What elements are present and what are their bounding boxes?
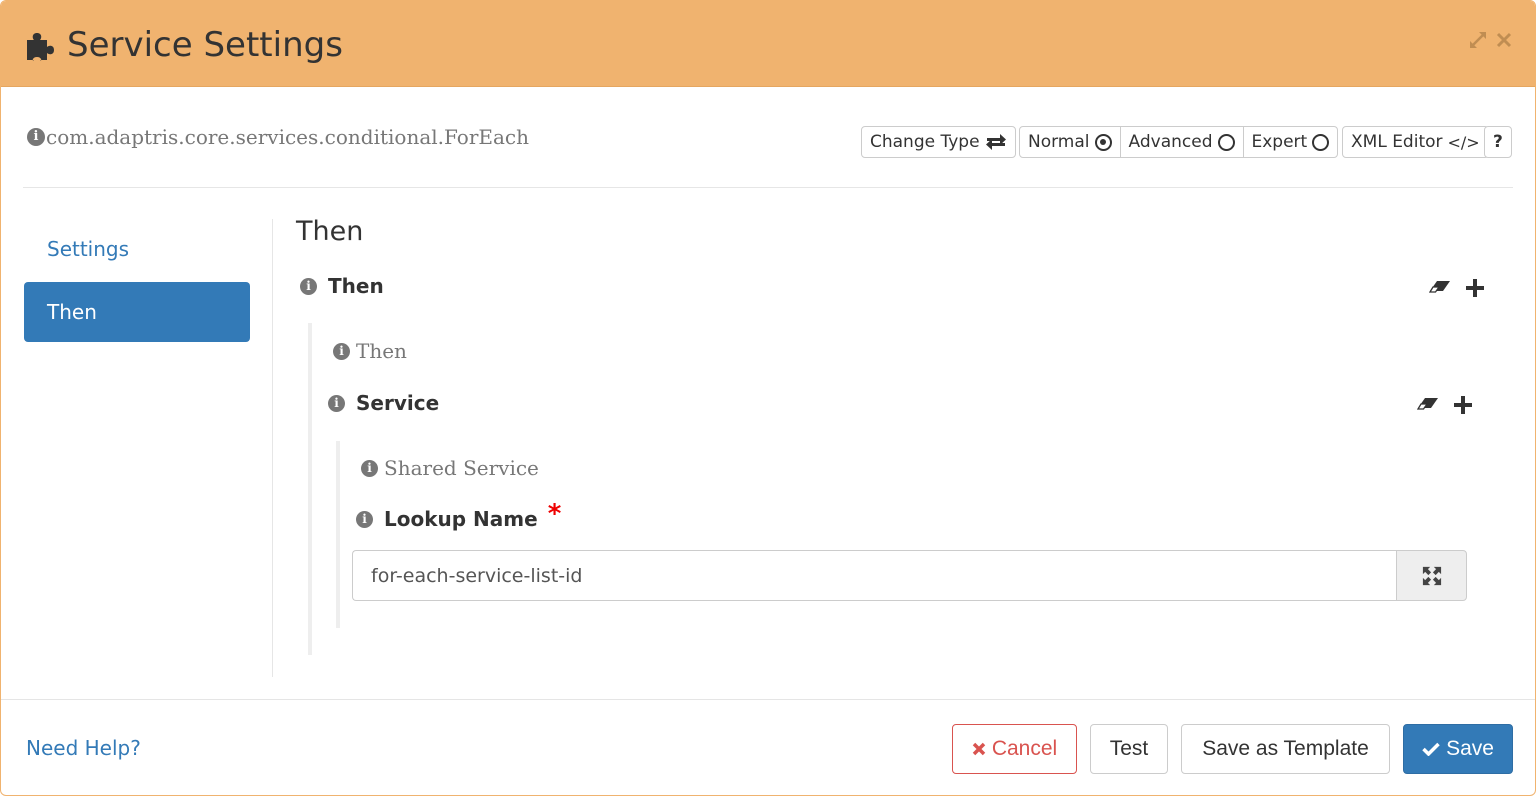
expand-editor-button[interactable] [1396, 550, 1467, 601]
cancel-label: Cancel [991, 737, 1058, 760]
sidebar-nav: Settings Then [24, 219, 250, 342]
xml-editor-group: XML Editor </> [1342, 126, 1489, 158]
divider [23, 187, 1513, 188]
plus-icon[interactable] [1452, 394, 1474, 416]
need-help-link[interactable]: Need Help? [26, 736, 141, 760]
mode-group: Normal Advanced Expert [1019, 126, 1339, 158]
cancel-button[interactable]: Cancel [952, 724, 1077, 774]
info-icon[interactable]: i [300, 277, 317, 295]
service-settings-modal: Service Settings i com.adaptris.core.ser… [0, 0, 1536, 796]
lookup-name-input-group [352, 550, 1467, 601]
save-button[interactable]: Save [1403, 724, 1513, 774]
exchange-icon [985, 133, 1007, 151]
xml-editor-button[interactable]: XML Editor </> [1342, 126, 1489, 158]
save-as-template-label: Save as Template [1202, 737, 1369, 760]
vertical-divider [272, 219, 273, 677]
radio-empty-icon [1217, 133, 1235, 151]
arrows-expand-icon [1422, 566, 1441, 585]
eraser-icon[interactable] [1428, 277, 1451, 299]
save-as-template-button[interactable]: Save as Template [1181, 724, 1390, 774]
class-name: com.adaptris.core.services.conditional.F… [46, 125, 529, 149]
plus-icon[interactable] [1464, 277, 1486, 299]
test-button[interactable]: Test [1090, 724, 1168, 774]
indent-bar [336, 441, 340, 628]
lookup-name-text: Lookup Name [384, 507, 538, 531]
indent-bar [308, 323, 312, 655]
class-name-info: i com.adaptris.core.services.conditional… [27, 125, 529, 149]
sidebar-item-settings[interactable]: Settings [24, 219, 250, 279]
puzzle-piece-icon [23, 28, 57, 62]
mode-normal-button[interactable]: Normal [1019, 126, 1121, 158]
save-label: Save [1446, 737, 1494, 760]
info-icon[interactable]: i [333, 342, 350, 360]
check-icon [1422, 742, 1440, 756]
sidebar-item-then[interactable]: Then [24, 282, 250, 342]
then-type-text: Then [356, 339, 407, 363]
help-group: ? [1484, 126, 1512, 158]
radio-selected-icon [1094, 133, 1112, 151]
info-icon[interactable]: i [27, 128, 45, 146]
mode-normal-label: Normal [1028, 132, 1090, 152]
question-icon: ? [1493, 132, 1503, 152]
change-type-button[interactable]: Change Type [861, 126, 1016, 158]
modal-header: Service Settings [1, 1, 1535, 87]
times-icon [972, 742, 986, 756]
help-button[interactable]: ? [1484, 126, 1512, 158]
test-label: Test [1109, 737, 1149, 760]
footer-divider [1, 699, 1535, 700]
info-icon[interactable]: i [356, 510, 373, 528]
service-type-label: i Shared Service [361, 456, 539, 480]
change-type-group: Change Type [861, 126, 1016, 158]
close-icon[interactable] [1493, 29, 1515, 51]
lookup-name-input[interactable] [352, 550, 1396, 601]
code-icon: </> [1447, 132, 1480, 152]
service-type-text: Shared Service [384, 456, 539, 480]
required-asterisk: * [547, 499, 562, 529]
info-icon[interactable]: i [361, 459, 378, 477]
lookup-name-label: i Lookup Name * [356, 499, 561, 531]
mode-expert-button[interactable]: Expert [1242, 126, 1339, 158]
modal-title-text: Service Settings [67, 25, 343, 65]
then-label-text: Then [328, 274, 384, 298]
service-field-label: i Service [328, 391, 439, 415]
modal-title: Service Settings [23, 23, 343, 67]
change-type-label: Change Type [870, 132, 980, 152]
info-icon[interactable]: i [328, 394, 345, 412]
mode-advanced-label: Advanced [1128, 132, 1213, 152]
section-title: Then [296, 216, 364, 247]
mode-advanced-button[interactable]: Advanced [1119, 126, 1244, 158]
mode-expert-label: Expert [1251, 132, 1308, 152]
eraser-icon[interactable] [1416, 394, 1439, 416]
then-type-label: i Then [333, 339, 407, 363]
then-field-label: i Then [300, 274, 384, 298]
xml-editor-label: XML Editor [1351, 132, 1443, 152]
expand-icon[interactable] [1467, 29, 1489, 51]
radio-empty-icon [1312, 133, 1330, 151]
service-label-text: Service [356, 391, 440, 415]
